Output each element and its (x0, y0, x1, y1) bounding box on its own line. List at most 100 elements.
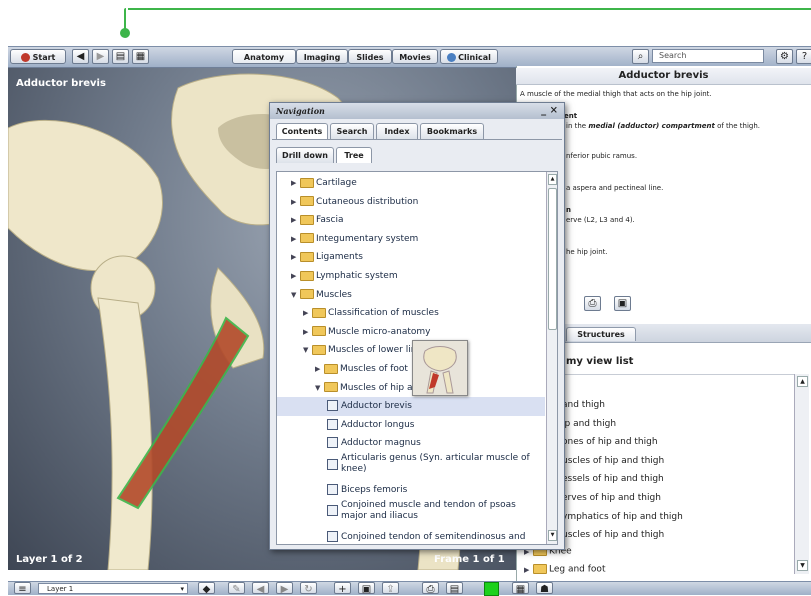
view-list-scrollbar[interactable]: ▲ ▼ (794, 374, 809, 574)
save-icon[interactable]: ▣ (614, 296, 631, 311)
expand-arrow-icon[interactable]: ▶ (291, 267, 300, 285)
tree-item[interactable]: ▼ Muscles of hip ar (277, 379, 545, 398)
start-icon (20, 53, 30, 62)
layers-icon[interactable]: ≡ (14, 582, 31, 595)
view-list-item[interactable]: uscles of hip and thigh (562, 526, 683, 545)
view-list-item[interactable]: ones of hip and thigh (562, 433, 683, 452)
info-text-thigh: of the thigh. (717, 122, 760, 130)
nav-tab-bookmarks[interactable]: Bookmarks (420, 123, 484, 139)
tree-item-leg[interactable]: ▶ Leg and foot (524, 564, 605, 575)
tree-item[interactable]: Adductor magnus (277, 434, 545, 453)
scroll-down-icon[interactable]: ▼ (548, 530, 557, 541)
scroll-down-icon[interactable]: ▼ (797, 560, 808, 571)
layer-tool-icon[interactable]: ◆ (198, 582, 215, 595)
tab-anatomy[interactable]: Anatomy (232, 49, 296, 64)
expand-arrow-icon[interactable]: ▶ (315, 360, 324, 378)
tree-item[interactable]: ▶ Integumentary system (277, 230, 545, 249)
scroll-up-icon[interactable]: ▲ (548, 174, 557, 185)
folder-icon (300, 251, 314, 262)
search-input[interactable]: Search (652, 49, 764, 63)
expand-arrow-icon[interactable]: ▶ (291, 193, 300, 211)
tree-item[interactable]: ▶ Muscle micro-anatomy (277, 323, 545, 342)
tree-item[interactable]: ▶ Muscles of foot (277, 360, 545, 379)
view-list-item[interactable]: ip and thigh (562, 415, 683, 434)
tree-item[interactable]: ▶ Ligaments (277, 248, 545, 267)
tab-movies[interactable]: Movies (392, 49, 438, 64)
view-list-item[interactable]: uscles of hip and thigh (562, 452, 683, 471)
tree-scrollbar[interactable]: ▲ ▼ (546, 172, 557, 544)
collapse-arrow-icon[interactable]: ▼ (303, 341, 312, 359)
tree-item[interactable]: ▼ Muscles (277, 286, 545, 305)
back-icon[interactable]: ◀ (72, 49, 89, 64)
nav-tab-contents[interactable]: Contents (276, 123, 328, 139)
expand-arrow-icon[interactable]: ▶ (303, 304, 312, 322)
nav-tab-search[interactable]: Search (330, 123, 374, 139)
print-icon[interactable]: ⎙ (422, 582, 439, 595)
figure-icon[interactable]: ☗ (536, 582, 553, 595)
view-list-item[interactable]: and thigh (562, 396, 683, 415)
tab-imaging[interactable]: Imaging (296, 49, 348, 64)
collapse-arrow-icon[interactable]: ▼ (291, 286, 300, 304)
tree-item[interactable]: Conjoined muscle and tendon of psoas maj… (277, 500, 545, 528)
tree-item[interactable]: Conjoined tendon of semitendinosus and (277, 528, 545, 544)
navigation-title: Navigation (276, 106, 325, 116)
save-icon[interactable]: ▤ (446, 582, 463, 595)
pencil-icon[interactable]: ✎ (228, 582, 245, 595)
tab-clinical[interactable]: Clinical (440, 49, 498, 64)
tree-item[interactable]: ▶ Lymphatic system (277, 267, 545, 286)
settings-icon[interactable]: ⚙ (776, 49, 793, 64)
navigation-titlebar[interactable]: Navigation _ × (270, 103, 564, 119)
tree-item[interactable]: Adductor longus (277, 416, 545, 435)
collapse-arrow-icon[interactable]: ▼ (315, 379, 324, 397)
folder-icon (300, 233, 314, 244)
tree-item-label: Articularis genus (Syn. articular muscle… (341, 453, 530, 474)
info-icon (447, 53, 457, 62)
prev-frame-icon[interactable]: ◀ (252, 582, 269, 595)
tree-item-label: Lymphatic system (316, 271, 398, 281)
help-icon[interactable]: ? (796, 49, 811, 64)
expand-arrow-icon[interactable]: ▶ (291, 174, 300, 192)
expand-arrow-icon[interactable]: ▶ (291, 211, 300, 229)
add-icon[interactable]: + (334, 582, 351, 595)
expand-arrow-icon[interactable]: ▶ (291, 230, 300, 248)
tree-item[interactable]: Biceps femoris (277, 481, 545, 500)
print-icon[interactable]: ⎙ (584, 296, 601, 311)
search-icon[interactable]: ⌕ (632, 49, 649, 64)
forward-icon[interactable]: ▶ (92, 49, 109, 64)
tab-structures[interactable]: Structures (566, 327, 636, 341)
view-list-item[interactable]: erves of hip and thigh (562, 489, 683, 508)
nav-tab-index[interactable]: Index (376, 123, 418, 139)
scroll-up-icon[interactable]: ▲ (797, 376, 808, 387)
grid-icon[interactable]: ▦ (512, 582, 529, 595)
tree-item-leg-label: Leg and foot (549, 564, 606, 575)
folder-icon (324, 382, 338, 393)
tree-item[interactable]: Adductor brevis (277, 397, 545, 416)
tree-item[interactable]: ▶ Cutaneous distribution (277, 193, 545, 212)
expand-arrow-icon[interactable]: ▶ (303, 323, 312, 341)
document-icon (327, 458, 338, 470)
view-list-item[interactable]: essels of hip and thigh (562, 470, 683, 489)
expand-arrow-icon[interactable]: ▶ (291, 248, 300, 266)
tab-slides[interactable]: Slides (348, 49, 392, 64)
camera-icon[interactable]: ▣ (358, 582, 375, 595)
image-icon[interactable]: ▦ (132, 49, 149, 64)
subtab-tree[interactable]: Tree (336, 147, 372, 163)
export-icon[interactable]: ⇪ (382, 582, 399, 595)
view-list-item[interactable]: ymphatics of hip and thigh (562, 508, 683, 527)
tree-item[interactable]: ▶ Fascia (277, 211, 545, 230)
rotate-icon[interactable]: ↻ (300, 582, 317, 595)
next-frame-icon[interactable]: ▶ (276, 582, 293, 595)
subtab-drill-down[interactable]: Drill down (276, 147, 334, 163)
tree-item[interactable]: ▼ Muscles of lower lin (277, 341, 545, 360)
navigation-window[interactable]: Navigation _ × Contents Search Index Boo… (269, 102, 565, 550)
info-line-definition: A muscle of the medial thigh that acts o… (520, 90, 712, 98)
document-icon (327, 418, 338, 430)
tree-item[interactable]: ▶ Classification of muscles (277, 304, 545, 323)
folder-icon[interactable]: ▤ (112, 49, 129, 64)
layer-select[interactable]: Layer 1 ▾ (38, 583, 188, 594)
tree-item[interactable]: ▶ Cartilage (277, 174, 545, 193)
scroll-thumb[interactable] (548, 188, 557, 330)
navigation-close-icon[interactable]: _ × (541, 103, 558, 119)
start-button[interactable]: Start (10, 49, 66, 64)
tree-item[interactable]: Articularis genus (Syn. articular muscle… (277, 453, 545, 481)
